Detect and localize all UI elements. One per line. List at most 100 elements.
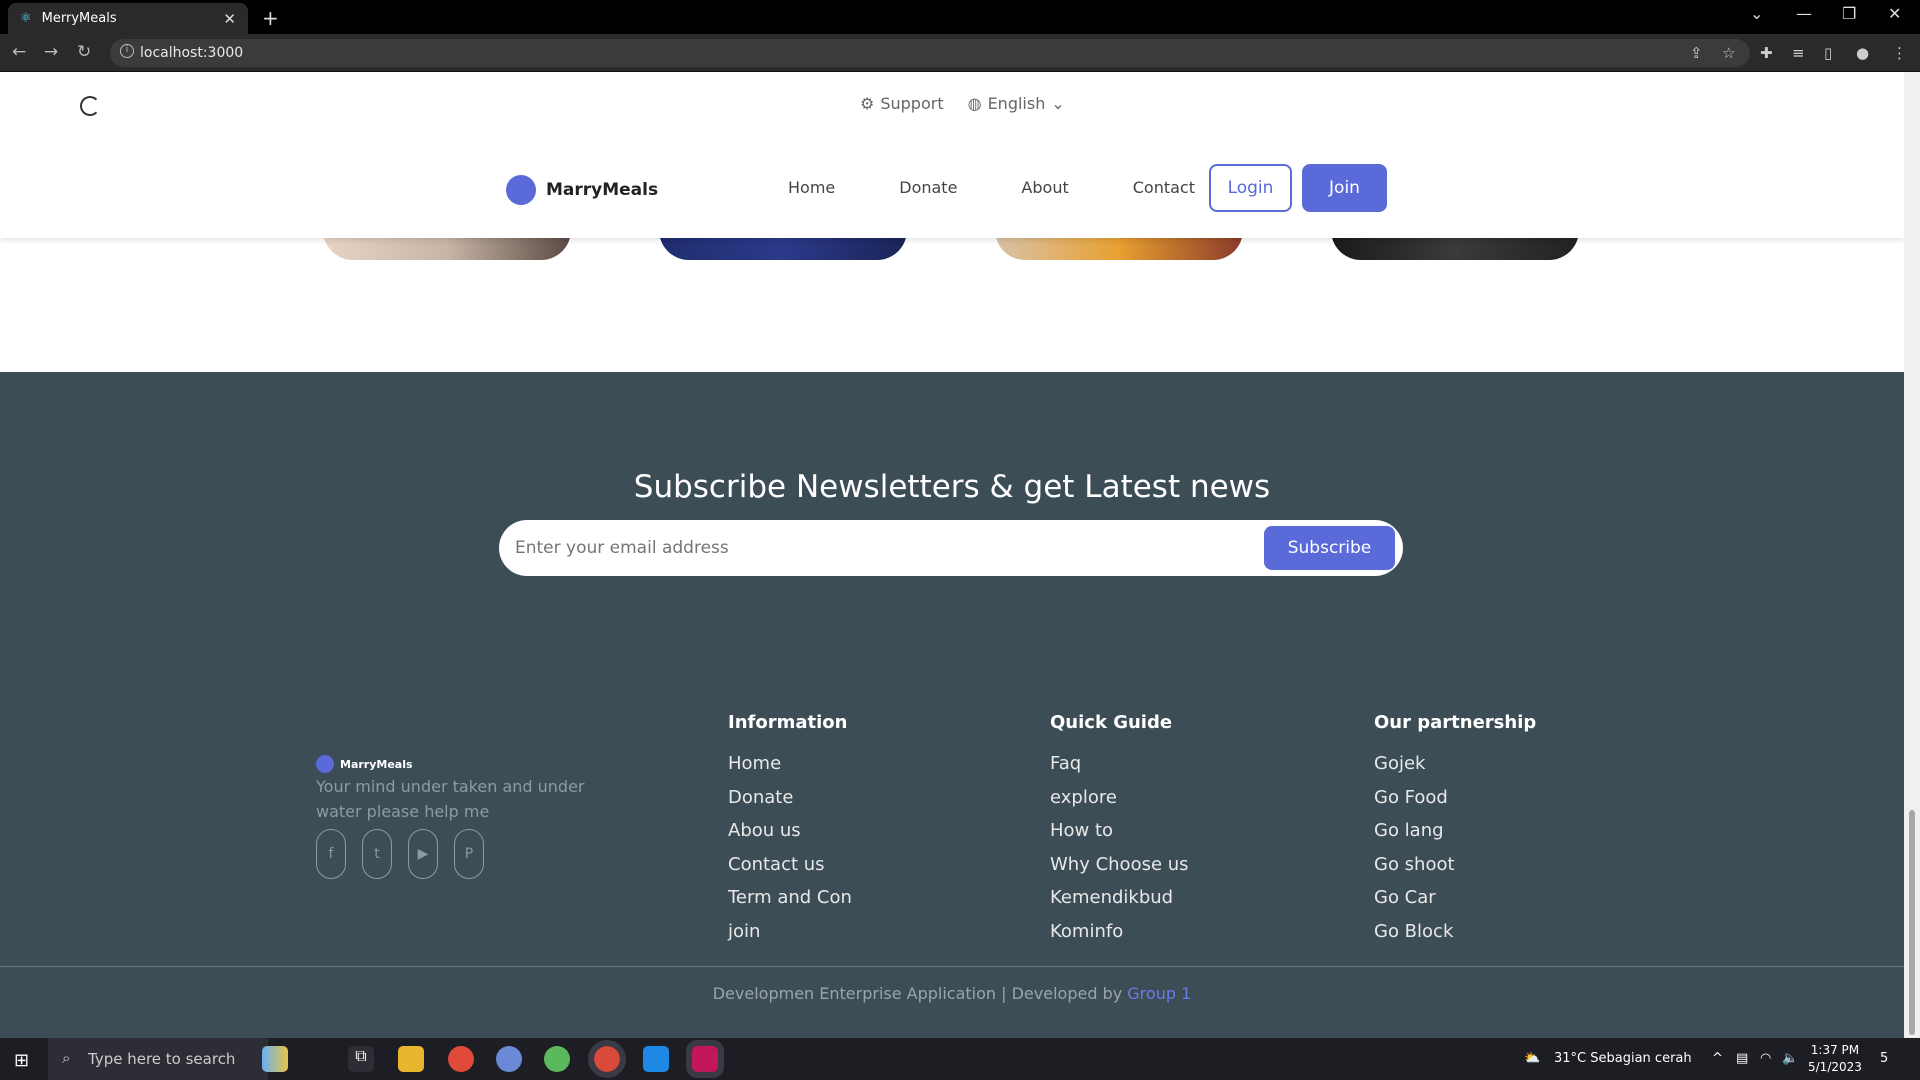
site-info-icon[interactable]: i [120, 44, 134, 58]
tab-search-icon[interactable]: ⌄ [1750, 4, 1763, 23]
globe-icon: ◍ [967, 94, 982, 113]
windows-start-icon[interactable]: ⊞ [14, 1050, 29, 1071]
support-link[interactable]: ⚙ Support [860, 94, 944, 113]
bookmark-star-icon[interactable]: ☆ [1722, 44, 1735, 62]
logo-icon [506, 175, 536, 205]
login-button[interactable]: Login [1209, 164, 1292, 212]
footer-link[interactable]: Go Car [1374, 887, 1536, 921]
site-footer: Subscribe Newsletters & get Latest news … [0, 372, 1904, 1038]
join-button[interactable]: Join [1302, 164, 1387, 212]
brand-name: MarryMeals [546, 180, 659, 200]
footer-link[interactable]: How to [1050, 820, 1189, 854]
language-select[interactable]: ◍ English ⌄ [968, 94, 1065, 113]
footer-brand-name: MarryMeals [340, 757, 413, 771]
nav-contact[interactable]: Contact [1133, 178, 1195, 197]
column-title: Quick Guide [1050, 712, 1173, 733]
sidepanel-icon[interactable]: ▯ [1824, 44, 1832, 62]
extensions-icon[interactable]: ✚ [1760, 44, 1773, 62]
nav-home[interactable]: Home [788, 178, 835, 197]
page-viewport: ⚙ Support ◍ English ⌄ MarryMeals Home Donat… [0, 72, 1904, 1038]
footer-link[interactable]: Kominfo [1050, 921, 1189, 955]
footer-col-partnership: Our partnership Gojek Go Food Go lang Go… [1374, 712, 1536, 954]
logo-icon [316, 755, 334, 773]
file-explorer-icon[interactable] [398, 1046, 424, 1072]
paint-icon[interactable] [496, 1046, 522, 1072]
back-icon[interactable]: ← [12, 42, 26, 62]
facebook-icon[interactable]: f [316, 829, 346, 879]
share-icon[interactable]: ⇪ [1690, 44, 1703, 62]
nav-donate[interactable]: Donate [899, 178, 957, 197]
footer-link[interactable]: Why Choose us [1050, 854, 1189, 888]
footer-link[interactable]: Home [728, 753, 852, 787]
footer-link[interactable]: Kemendikbud [1050, 887, 1189, 921]
footer-link[interactable]: Faq [1050, 753, 1189, 787]
spring-icon[interactable] [544, 1046, 570, 1072]
footer-link[interactable]: Go shoot [1374, 854, 1536, 888]
chrome-active-icon[interactable] [588, 1040, 626, 1078]
windows-taskbar: ⊞ ⌕ Type here to search ⧉ ⛅ 31°C Sebagia… [0, 1038, 1920, 1080]
chevron-down-icon: ⌄ [1051, 94, 1065, 113]
footer-link[interactable]: Go Block [1374, 921, 1536, 955]
footer-link[interactable]: Term and Con [728, 887, 852, 921]
clock[interactable]: 1:37 PM 5/1/2023 [1808, 1042, 1862, 1076]
browser-tab-strip: ⚛ MerryMeals ✕ + ⌄ — ❐ ✕ [0, 0, 1920, 34]
notification-icon[interactable]: 5 [1880, 1051, 1888, 1066]
profile-avatar[interactable]: ● [1856, 44, 1869, 62]
address-bar[interactable]: i localhost:3000 [110, 39, 1750, 67]
footer-link[interactable]: Go Food [1374, 787, 1536, 821]
nav-about[interactable]: About [1021, 178, 1068, 197]
utility-bar: ⚙ Support ◍ English ⌄ [860, 94, 1065, 113]
kebab-menu-icon[interactable]: ⋮ [1892, 44, 1907, 62]
twitter-icon[interactable]: t [362, 829, 392, 879]
restore-icon[interactable]: ❐ [1842, 4, 1856, 23]
close-tab-icon[interactable]: ✕ [223, 10, 236, 28]
wifi-icon[interactable]: ◠ [1760, 1051, 1771, 1066]
subscribe-button[interactable]: Subscribe [1264, 526, 1395, 570]
weather-text[interactable]: 31°C Sebagian cerah [1554, 1051, 1692, 1066]
media-icon[interactable]: ≡ [1792, 44, 1805, 62]
tray-chevron-icon[interactable]: ^ [1712, 1051, 1723, 1066]
browser-toolbar: ← → ↻ i localhost:3000 ⇪ ☆ ✚ ≡ ▯ ● ⋮ [0, 34, 1920, 72]
volume-icon[interactable]: 🔈 [1782, 1051, 1798, 1066]
group-link[interactable]: Group 1 [1127, 984, 1191, 1003]
close-window-icon[interactable]: ✕ [1888, 4, 1901, 23]
minimize-icon[interactable]: — [1796, 4, 1812, 23]
footer-brand[interactable]: MarryMeals [316, 755, 413, 773]
email-input[interactable] [515, 530, 1215, 566]
forward-icon[interactable]: → [44, 42, 58, 62]
new-tab-icon[interactable]: + [262, 6, 279, 30]
search-placeholder: Type here to search [88, 1050, 236, 1068]
task-view-icon[interactable]: ⧉ [348, 1046, 374, 1072]
footer-link[interactable]: Gojek [1374, 753, 1536, 787]
footer-link[interactable]: Go lang [1374, 820, 1536, 854]
footer-link[interactable]: Donate [728, 787, 852, 821]
search-highlight-icon[interactable] [262, 1046, 288, 1072]
newsletter-form: Subscribe [499, 520, 1403, 576]
footer-tagline: Your mind under taken and under water pl… [316, 777, 585, 821]
footer-link[interactable]: Abou us [728, 820, 852, 854]
notification-count: 5 [1880, 1051, 1889, 1066]
tab-title: MerryMeals [41, 11, 117, 26]
chrome-icon[interactable] [448, 1046, 474, 1072]
weather-icon[interactable]: ⛅ [1524, 1051, 1540, 1066]
social-links: f t ▶ P [316, 829, 484, 879]
vscode-icon[interactable] [643, 1046, 669, 1072]
reload-icon[interactable]: ↻ [77, 42, 91, 62]
footer-col-information: Information Home Donate Abou us Contact … [728, 712, 852, 954]
network-icon[interactable]: ▤ [1736, 1051, 1748, 1066]
footer-col-quick-guide: Quick Guide Faq explore How to Why Choos… [1050, 712, 1189, 954]
loading-spinner-icon [80, 96, 100, 116]
site-header: ⚙ Support ◍ English ⌄ MarryMeals Home Donat… [0, 72, 1904, 238]
brand-logo[interactable]: MarryMeals [506, 175, 658, 205]
youtube-icon[interactable]: ▶ [408, 829, 438, 879]
column-title: Our partnership [1374, 712, 1537, 733]
scrollbar-thumb[interactable] [1909, 810, 1915, 1035]
intellij-icon[interactable] [686, 1040, 724, 1078]
footer-link[interactable]: explore [1050, 787, 1189, 821]
footer-link[interactable]: Contact us [728, 854, 852, 888]
taskbar-search[interactable]: ⌕ Type here to search [48, 1038, 268, 1080]
column-title: Information [728, 712, 848, 733]
browser-tab[interactable]: ⚛ MerryMeals ✕ [8, 3, 248, 34]
footer-link[interactable]: join [728, 921, 852, 955]
pinterest-icon[interactable]: P [454, 829, 484, 879]
